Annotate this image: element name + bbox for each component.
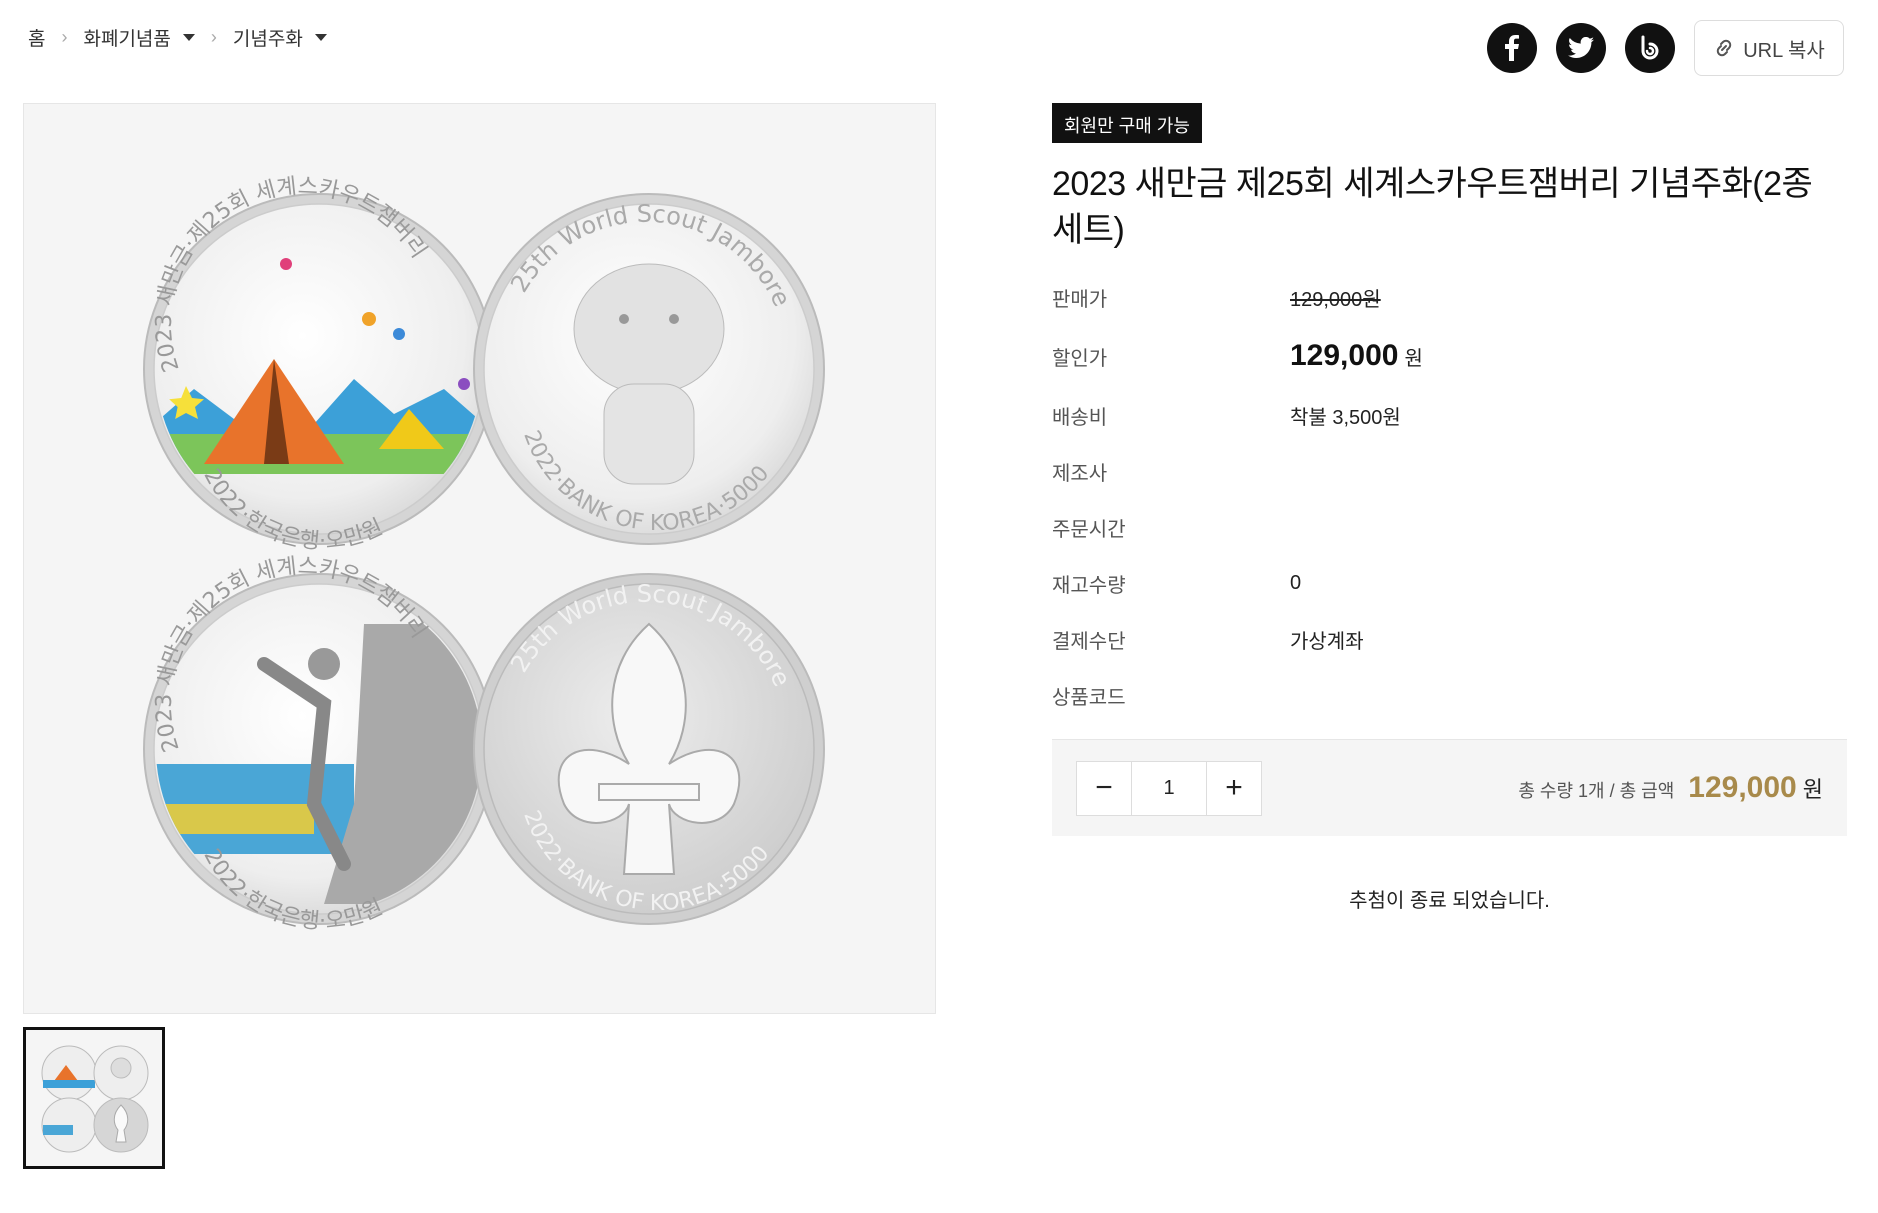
band-share-button[interactable]	[1625, 23, 1675, 73]
row-order-time: 주문시간	[1052, 499, 1847, 555]
url-copy-button[interactable]: URL 복사	[1694, 20, 1844, 76]
payment-value: 가상계좌	[1290, 630, 1364, 653]
manufacturer-label: 제조사	[1052, 462, 1108, 485]
row-sale-price: 할인가 129,000 원	[1052, 325, 1847, 387]
order-time-label: 주문시간	[1052, 518, 1126, 541]
quantity-box: − + 총 수량 1개 / 총 금액 129,000 원	[1052, 739, 1847, 836]
lottery-closed-notice: 추첨이 종료 되었습니다.	[1349, 890, 1550, 912]
breadcrumb: 홈 › 화폐기념품 › 기념주화	[28, 24, 327, 51]
thumbnail-image	[41, 1045, 149, 1153]
chevron-right-icon: ›	[61, 27, 68, 47]
facebook-icon	[1505, 35, 1519, 61]
twitter-share-button[interactable]	[1556, 23, 1606, 73]
share-bar: URL 복사	[1468, 20, 1844, 76]
payment-label: 결제수단	[1052, 630, 1126, 653]
product-title: 2023 새만금 제25회 세계스카우트잼버리 기념주화(2종 세트)	[1052, 165, 1813, 249]
quantity-input[interactable]	[1131, 761, 1207, 815]
sale-price-value: 129,000	[1290, 339, 1399, 372]
breadcrumb-home-label: 홈	[28, 29, 46, 50]
chevron-right-icon: ›	[210, 27, 217, 47]
sale-price-unit: 원	[1404, 348, 1423, 370]
row-payment: 결제수단 가상계좌	[1052, 611, 1847, 667]
product-detail-table: 판매가 129,000원 할인가 129,000 원 배송비 착불 3,500원 …	[1052, 269, 1847, 723]
product-main-image[interactable]: 2023 새만금·제25회 세계스카우트잼버리 2022·한국은행·오만원 25…	[13, 82, 936, 1014]
members-only-badge: 회원만 구매 가능	[1052, 103, 1202, 143]
order-total: 총 수량 1개 / 총 금액 129,000 원	[1518, 771, 1823, 805]
decrease-quantity-button[interactable]: −	[1077, 761, 1131, 815]
row-shipping: 배송비 착불 3,500원	[1052, 387, 1847, 443]
link-icon	[1716, 39, 1732, 57]
coin-bottom-left: 2023 새만금·제25회 세계스카우트잼버리 2022·한국은행·오만원	[143, 554, 495, 934]
price-label: 판매가	[1052, 288, 1108, 311]
product-thumbnail[interactable]	[23, 1027, 165, 1169]
total-amount: 129,000	[1688, 771, 1797, 804]
row-manufacturer: 제조사	[1052, 443, 1847, 499]
breadcrumb-home[interactable]: 홈	[28, 24, 45, 51]
breadcrumb-subcategory[interactable]: 기념주화	[233, 24, 327, 51]
product-info: 회원만 구매 가능 2023 새만금 제25회 세계스카우트잼버리 기념주화(2…	[1052, 103, 1847, 913]
product-code-label: 상품코드	[1052, 686, 1126, 709]
coin-top-left: 2023 새만금·제25회 세계스카우트잼버리 2022·한국은행·오만원	[143, 174, 495, 554]
breadcrumb-category-label: 화폐기념품	[83, 29, 171, 50]
url-copy-label: URL 복사	[1743, 39, 1825, 62]
breadcrumb-subcategory-label: 기념주화	[232, 29, 303, 50]
row-stock: 재고수량 0	[1052, 555, 1847, 611]
shipping-label: 배송비	[1052, 406, 1108, 429]
quantity-stepper: − +	[1076, 760, 1262, 816]
total-label: 총 수량 1개 / 총 금액	[1518, 781, 1675, 801]
band-icon	[1641, 35, 1659, 60]
price-value: 129,000원	[1290, 288, 1381, 311]
total-unit: 원	[1802, 777, 1823, 802]
twitter-icon	[1568, 37, 1594, 58]
caret-down-icon	[182, 34, 195, 41]
stock-value: 0	[1290, 571, 1302, 594]
row-price: 판매가 129,000원	[1052, 269, 1847, 325]
row-product-code: 상품코드	[1052, 667, 1847, 723]
sale-price-label: 할인가	[1052, 347, 1108, 370]
shipping-value: 착불 3,500원	[1290, 406, 1401, 429]
facebook-share-button[interactable]	[1487, 23, 1537, 73]
coin-set-illustration: 2023 새만금·제25회 세계스카우트잼버리 2022·한국은행·오만원 25…	[13, 82, 825, 934]
caret-down-icon	[314, 34, 327, 41]
increase-quantity-button[interactable]: +	[1207, 761, 1261, 815]
stock-label: 재고수량	[1052, 574, 1126, 597]
breadcrumb-category[interactable]: 화폐기념품	[83, 24, 195, 51]
